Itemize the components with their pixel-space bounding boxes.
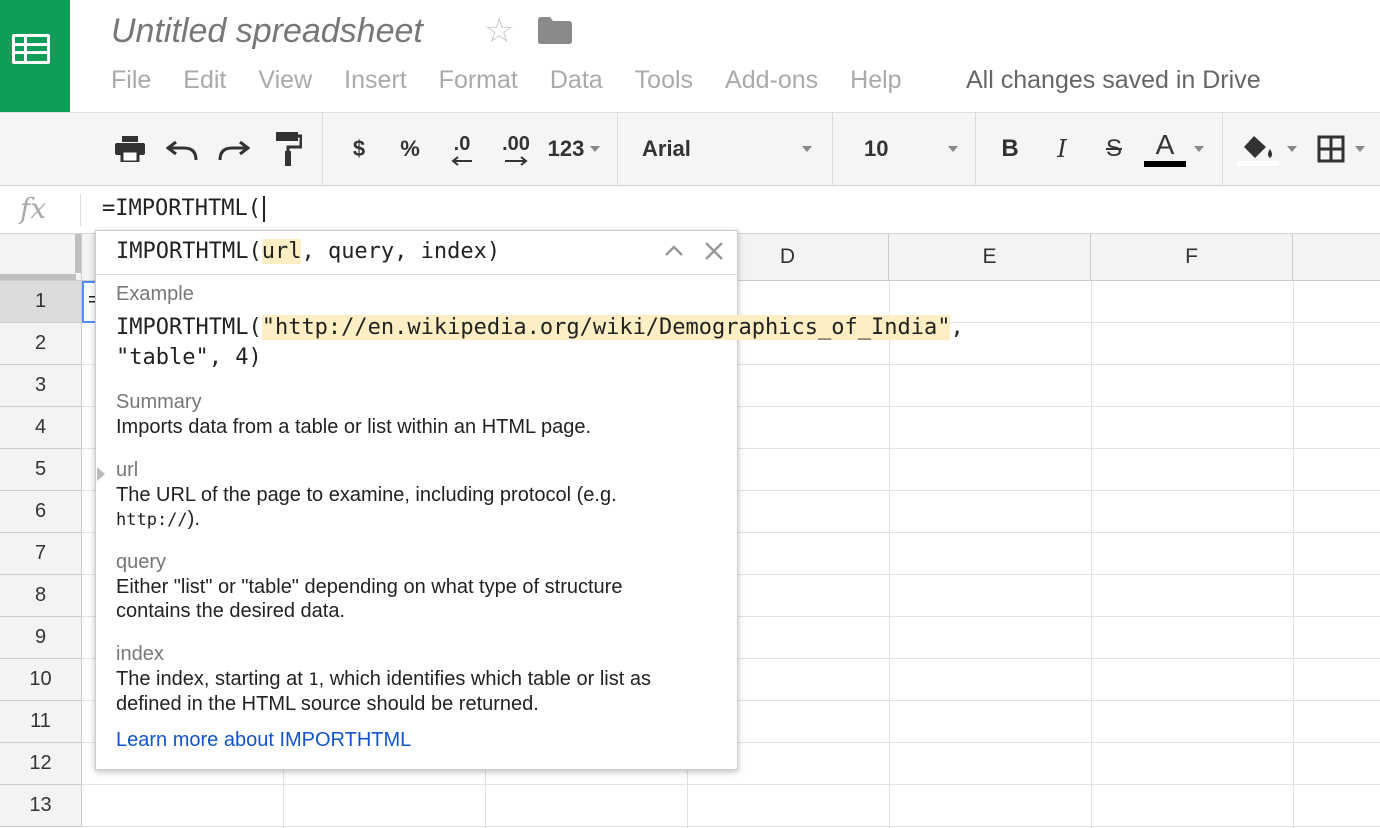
chevron-down-icon: [590, 146, 601, 152]
font-family-select[interactable]: Arial: [642, 113, 812, 185]
url-arg-text: The URL of the page to examine, includin…: [116, 484, 617, 530]
row-header-13[interactable]: 13: [0, 785, 82, 827]
increase-decimal-button[interactable]: .00: [494, 113, 538, 185]
row-header-5[interactable]: 5: [0, 449, 82, 491]
function-syntax: IMPORTHTML(url, query, index): [116, 239, 501, 264]
query-arg-text: Either "list" or "table" depending on wh…: [116, 576, 623, 622]
toolbar: $ % .0 .00 123 Arial 10 B I S A: [0, 112, 1380, 186]
menu-addons[interactable]: Add-ons: [725, 66, 818, 96]
learn-more-link[interactable]: Learn more about IMPORTHTML: [116, 729, 411, 752]
summary-label: Summary: [116, 391, 202, 413]
save-status[interactable]: All changes saved in Drive: [966, 66, 1261, 95]
menu-format[interactable]: Format: [439, 66, 518, 96]
function-help-popup: IMPORTHTML(url, query, index) Example IM…: [95, 230, 964, 770]
close-icon[interactable]: [702, 239, 726, 263]
borders-button[interactable]: [1312, 113, 1370, 185]
row-header-7[interactable]: 7: [0, 533, 82, 575]
menu-help[interactable]: Help: [850, 66, 901, 96]
font-size-select[interactable]: 10: [864, 113, 958, 185]
sheets-logo-icon: [12, 34, 50, 64]
row-header-1[interactable]: 1: [0, 281, 82, 323]
currency-format-button[interactable]: $: [343, 113, 375, 185]
paint-format-icon: [276, 132, 302, 166]
function-syntax-header: IMPORTHTML(url, query, index): [96, 231, 737, 275]
decrease-decimal-button[interactable]: .0: [442, 113, 482, 185]
arrow-left-icon: [451, 155, 472, 166]
url-arg-label: url: [116, 459, 139, 481]
formula-input[interactable]: =IMPORTHTML(: [102, 196, 265, 222]
menu-view[interactable]: View: [258, 66, 312, 96]
menu-insert[interactable]: Insert: [344, 66, 407, 96]
text-color-button[interactable]: A: [1142, 113, 1206, 185]
menu-tools[interactable]: Tools: [635, 66, 693, 96]
chevron-down-icon: [1355, 146, 1365, 152]
chevron-down-icon: [1287, 146, 1297, 152]
index-arg-label: index: [116, 643, 164, 665]
text-cursor: [262, 196, 265, 222]
menu-bar: File Edit View Insert Format Data Tools …: [111, 66, 934, 96]
chevron-up-icon[interactable]: [662, 239, 686, 263]
folder-icon[interactable]: [538, 17, 572, 44]
app-header: Untitled spreadsheet ☆ File Edit View In…: [0, 0, 1380, 112]
redo-button[interactable]: [214, 113, 254, 185]
chevron-down-icon: [802, 146, 812, 152]
row-header-3[interactable]: 3: [0, 365, 82, 407]
redo-icon: [218, 140, 250, 160]
menu-file[interactable]: File: [111, 66, 151, 96]
row-header-10[interactable]: 10: [0, 659, 82, 701]
print-icon: [115, 136, 145, 162]
fill-color-icon: [1244, 135, 1272, 158]
row-header-12[interactable]: 12: [0, 743, 82, 785]
menu-edit[interactable]: Edit: [183, 66, 226, 96]
print-button[interactable]: [110, 113, 150, 185]
borders-icon: [1317, 135, 1345, 163]
column-header-g[interactable]: [1293, 234, 1380, 281]
fill-color-swatch: [1237, 160, 1279, 166]
star-icon[interactable]: ☆: [484, 14, 514, 48]
example-label: Example: [116, 283, 194, 305]
menu-data[interactable]: Data: [550, 66, 603, 96]
summary-text: Imports data from a table or list within…: [116, 416, 592, 438]
sheets-logo[interactable]: [0, 0, 70, 112]
more-formats-button[interactable]: 123: [544, 113, 604, 185]
row-header-6[interactable]: 6: [0, 491, 82, 533]
percent-format-button[interactable]: %: [394, 113, 426, 185]
bold-button[interactable]: B: [994, 113, 1026, 185]
select-all-corner[interactable]: [0, 234, 82, 281]
index-arg-text: The index, starting at 1, which identifi…: [116, 668, 651, 715]
undo-icon: [166, 140, 198, 160]
paint-format-button[interactable]: [268, 113, 308, 185]
chevron-down-icon: [948, 146, 958, 152]
strikethrough-button[interactable]: S: [1098, 113, 1130, 185]
fx-icon: fx: [20, 192, 47, 225]
document-title[interactable]: Untitled spreadsheet: [111, 12, 423, 51]
current-arg-indicator-icon: [97, 467, 105, 481]
arrow-right-icon: [505, 155, 528, 166]
row-header-9[interactable]: 9: [0, 617, 82, 659]
formula-bar: fx =IMPORTHTML(: [0, 186, 1380, 234]
query-arg-label: query: [116, 551, 167, 573]
row-header-8[interactable]: 8: [0, 575, 82, 617]
text-color-swatch: [1144, 161, 1186, 167]
undo-button[interactable]: [162, 113, 202, 185]
row-header-2[interactable]: 2: [0, 323, 82, 365]
row-header-11[interactable]: 11: [0, 701, 82, 743]
row-header-4[interactable]: 4: [0, 407, 82, 449]
example-code: IMPORTHTML("http://en.wikipedia.org/wiki…: [116, 315, 964, 370]
fill-color-button[interactable]: [1234, 113, 1300, 185]
chevron-down-icon: [1194, 146, 1204, 152]
column-header-f[interactable]: F: [1091, 234, 1293, 281]
column-header-e[interactable]: E: [889, 234, 1091, 281]
italic-button[interactable]: I: [1046, 113, 1078, 185]
